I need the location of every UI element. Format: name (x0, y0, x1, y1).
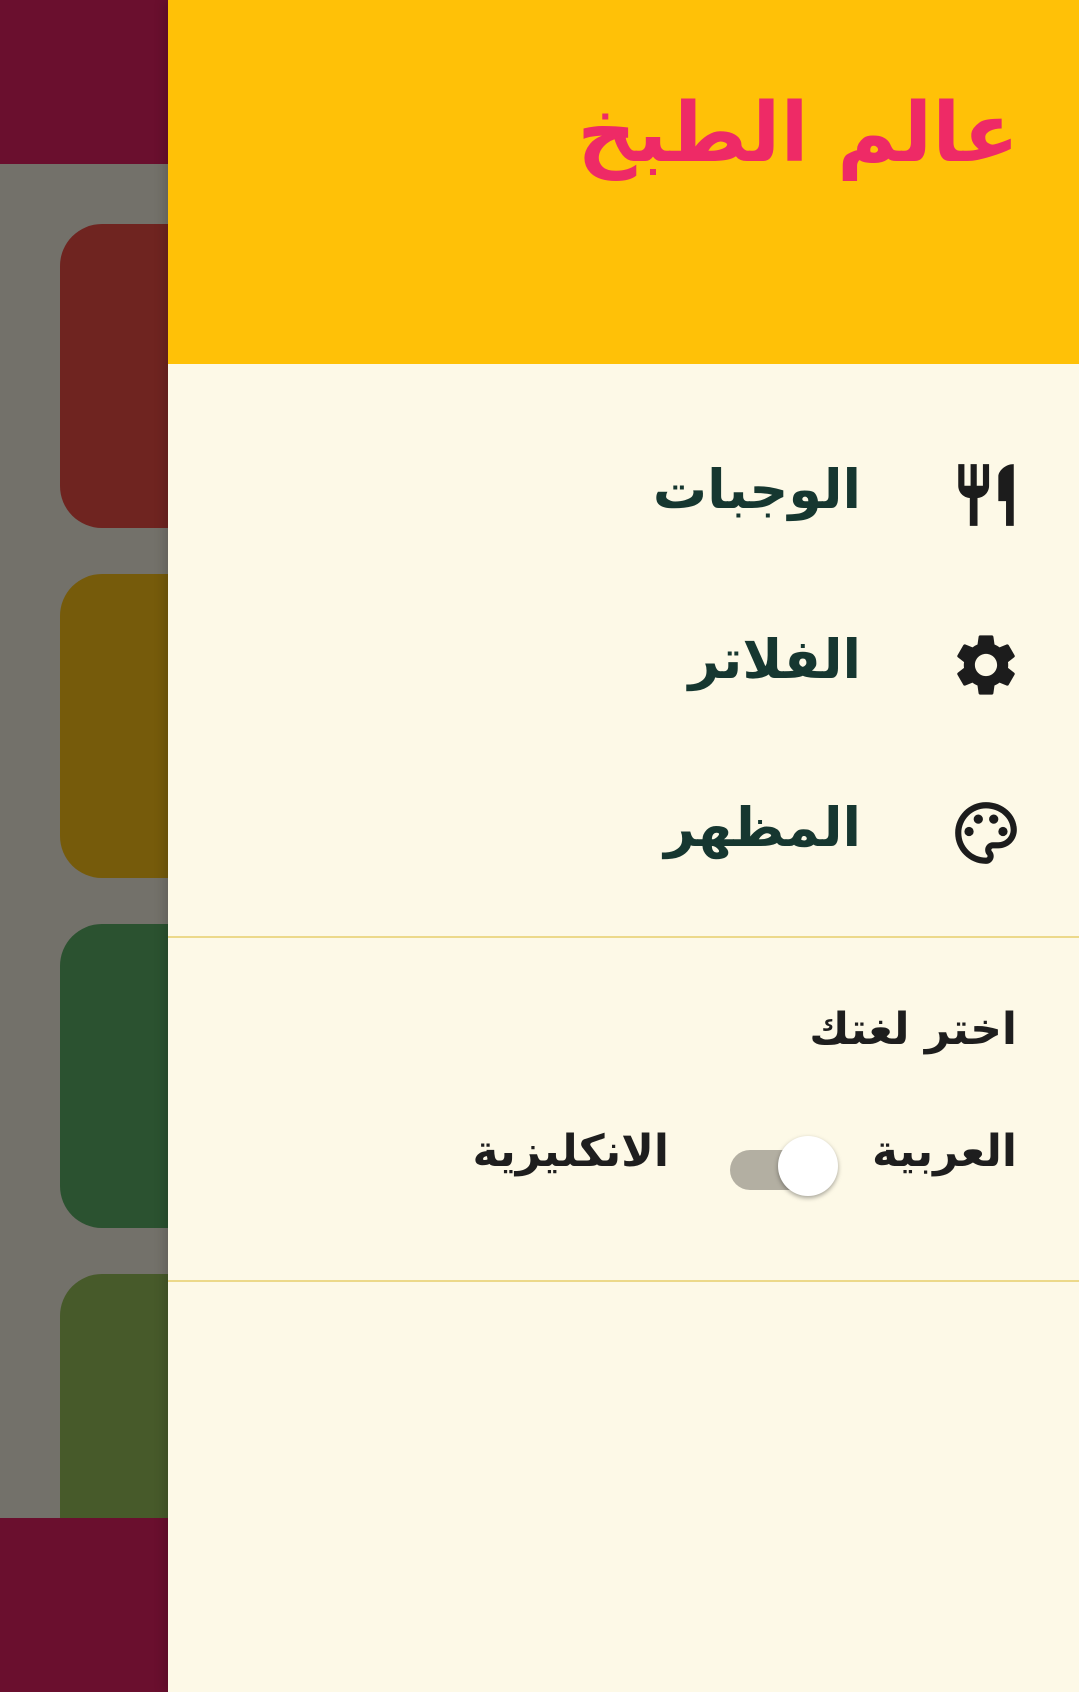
drawer-item-theme[interactable]: المظهر (168, 758, 1079, 908)
palette-icon (955, 802, 1017, 864)
divider (168, 1280, 1079, 1282)
language-option-english: الانكليزية (472, 1126, 669, 1177)
navigation-drawer: عالم الطبخ الوجبات الفلاتر المظهر اختر ل… (168, 0, 1079, 1692)
drawer-item-label: الفلاتر (688, 628, 861, 691)
restaurant-icon (958, 464, 1014, 526)
drawer-header: عالم الطبخ (168, 0, 1079, 364)
drawer-item-filters[interactable]: الفلاتر (168, 590, 1079, 740)
language-title: اختر لغتك (809, 1004, 1017, 1055)
drawer-item-label: الوجبات (652, 458, 861, 521)
divider (168, 936, 1079, 938)
drawer-title: عالم الطبخ (577, 86, 1019, 181)
language-toggle-row: العربية الانكليزية (168, 1120, 1079, 1200)
language-switch[interactable] (730, 1134, 840, 1196)
switch-thumb[interactable] (778, 1136, 838, 1196)
screen: عالم الطبخ الوجبات الفلاتر المظهر اختر ل… (0, 0, 1079, 1692)
drawer-item-meals[interactable]: الوجبات (168, 420, 1079, 570)
drawer-item-label: المظهر (664, 796, 861, 859)
gear-icon (957, 635, 1015, 695)
language-option-arabic: العربية (872, 1126, 1017, 1177)
